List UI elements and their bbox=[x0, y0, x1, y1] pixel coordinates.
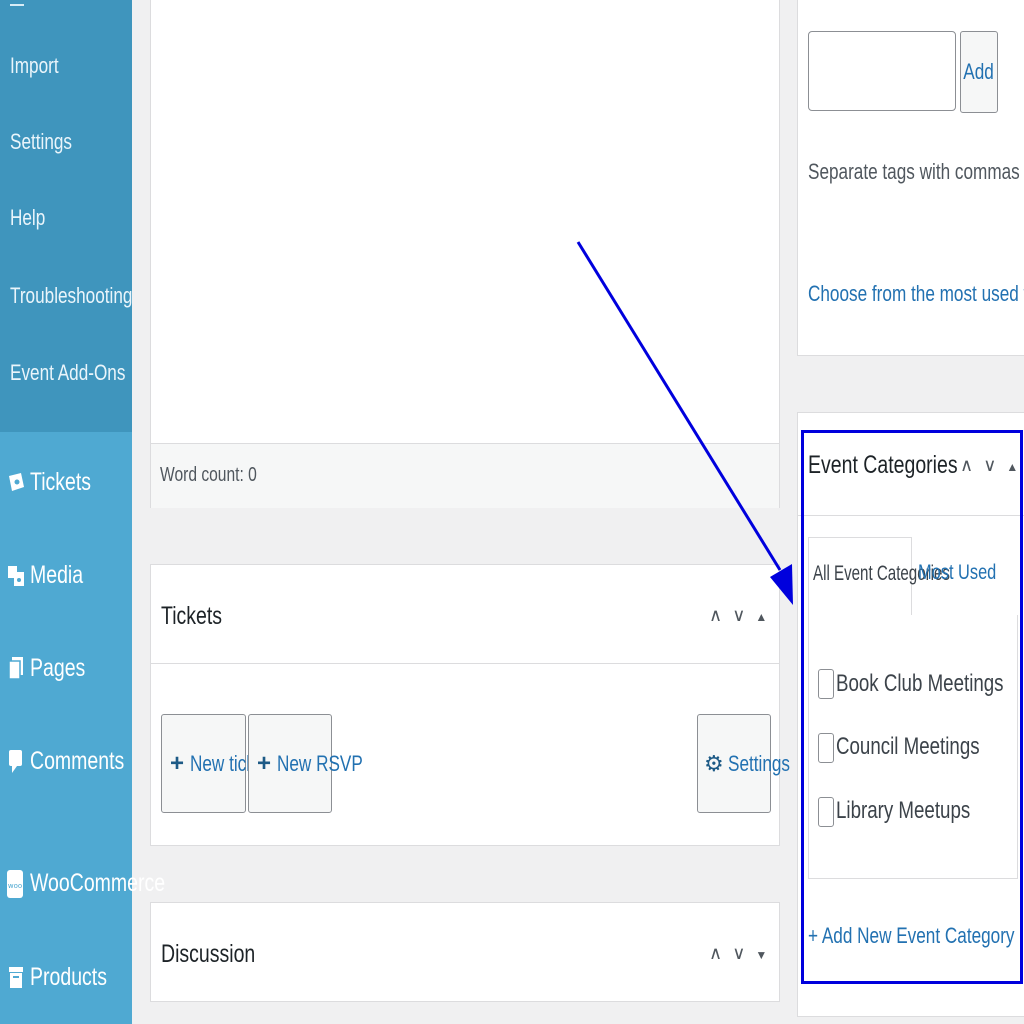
submenu-item-troubleshooting[interactable]: Troubleshooting bbox=[10, 283, 167, 309]
sidebar-item-products[interactable]: Products bbox=[6, 957, 129, 997]
submenu-item-import[interactable]: Import bbox=[10, 53, 72, 79]
svg-text:woo: woo bbox=[8, 882, 22, 890]
ticket-icon bbox=[6, 467, 24, 497]
discussion-panel: Discussion ∧∨▼ bbox=[150, 902, 780, 1002]
tags-panel: Add Separate tags with commas Choose fro… bbox=[797, 0, 1024, 356]
woocommerce-icon: woo bbox=[6, 868, 24, 898]
editor-panel: Word count: 0 bbox=[150, 0, 780, 508]
add-tag-button[interactable]: Add bbox=[960, 31, 998, 113]
discussion-panel-controls[interactable]: ∧∨▼ bbox=[709, 943, 777, 964]
tickets-panel: Tickets ∧∨▲ + New ticket + New RSVP ⚙ Setti… bbox=[150, 564, 790, 846]
plus-icon: + bbox=[170, 749, 185, 777]
category-label-book-club: Book Club Meetings bbox=[836, 670, 1004, 697]
tickets-panel-controls[interactable]: ∧∨▲ bbox=[709, 605, 777, 626]
category-label-library: Library Meetups bbox=[836, 797, 971, 824]
word-count: Word count: 0 bbox=[160, 464, 257, 486]
sidebar-item-pages[interactable]: Pages bbox=[6, 648, 101, 688]
editor-textarea[interactable] bbox=[151, 0, 779, 443]
ticket-settings-button[interactable]: ⚙ Settings bbox=[697, 714, 790, 813]
toggle-panel-icon[interactable]: ▲ bbox=[755, 610, 777, 624]
move-up-icon[interactable]: ∧ bbox=[960, 455, 983, 475]
most-used-tags-link[interactable]: Choose from the most used tags bbox=[808, 281, 1024, 307]
submenu-item-settings[interactable]: Settings bbox=[10, 129, 90, 155]
sidebar-item-comments[interactable]: Comments bbox=[6, 741, 151, 781]
tab-most-used[interactable]: Most Used bbox=[918, 561, 1018, 585]
event-categories-panel: Event Categories ∧∨▲ All Event Categorie… bbox=[797, 412, 1024, 1017]
submenu-item-event-add-ons[interactable]: Event Add-Ons bbox=[10, 360, 158, 386]
toggle-panel-icon[interactable]: ▼ bbox=[755, 948, 777, 962]
event-categories-controls[interactable]: ∧∨▲ bbox=[960, 455, 1024, 476]
plus-icon: + bbox=[257, 749, 272, 777]
tag-input[interactable] bbox=[808, 31, 956, 111]
toggle-panel-icon[interactable]: ▲ bbox=[1006, 460, 1024, 474]
add-new-event-category-link[interactable]: + Add New Event Category bbox=[808, 923, 1024, 949]
sidebar-item-woocommerce[interactable]: woo WooCommerce bbox=[6, 863, 203, 903]
new-rsvp-button[interactable]: + New RSVP bbox=[248, 714, 363, 813]
event-categories-header: Event Categories ∧∨▲ bbox=[798, 413, 1024, 516]
tags-hint: Separate tags with commas bbox=[808, 159, 1020, 184]
move-up-icon[interactable]: ∧ bbox=[709, 605, 732, 625]
sidebar-item-tickets[interactable]: Tickets bbox=[6, 462, 108, 502]
gear-icon: ⚙ bbox=[704, 750, 724, 776]
editor-status-bar: Word count: 0 bbox=[151, 443, 779, 508]
tab-all-event-categories[interactable]: All Event Categories bbox=[808, 537, 950, 615]
move-down-icon[interactable]: ∨ bbox=[732, 605, 755, 625]
move-up-icon[interactable]: ∧ bbox=[709, 943, 732, 963]
media-icon bbox=[6, 560, 24, 590]
tickets-panel-title: Tickets bbox=[161, 602, 223, 630]
pages-icon bbox=[6, 653, 24, 683]
sidebar-submenu: Import Settings Help Troubleshooting Eve… bbox=[0, 0, 132, 432]
category-checkbox-council[interactable] bbox=[818, 733, 834, 763]
comments-icon bbox=[6, 746, 24, 776]
move-down-icon[interactable]: ∨ bbox=[732, 943, 755, 963]
truncated-menu-item bbox=[10, 0, 24, 6]
new-ticket-button[interactable]: + New ticket bbox=[161, 714, 269, 813]
tickets-panel-header: Tickets ∧∨▲ bbox=[151, 565, 779, 664]
category-checkbox-book-club[interactable] bbox=[818, 669, 834, 699]
admin-sidebar: Import Settings Help Troubleshooting Eve… bbox=[0, 0, 165, 1024]
sidebar-item-media[interactable]: Media bbox=[6, 555, 98, 595]
move-down-icon[interactable]: ∨ bbox=[983, 455, 1006, 475]
discussion-panel-title: Discussion bbox=[161, 940, 256, 968]
category-label-council: Council Meetings bbox=[836, 733, 980, 760]
products-icon bbox=[6, 962, 24, 992]
category-checkbox-library[interactable] bbox=[818, 797, 834, 827]
submenu-item-help[interactable]: Help bbox=[10, 205, 55, 231]
